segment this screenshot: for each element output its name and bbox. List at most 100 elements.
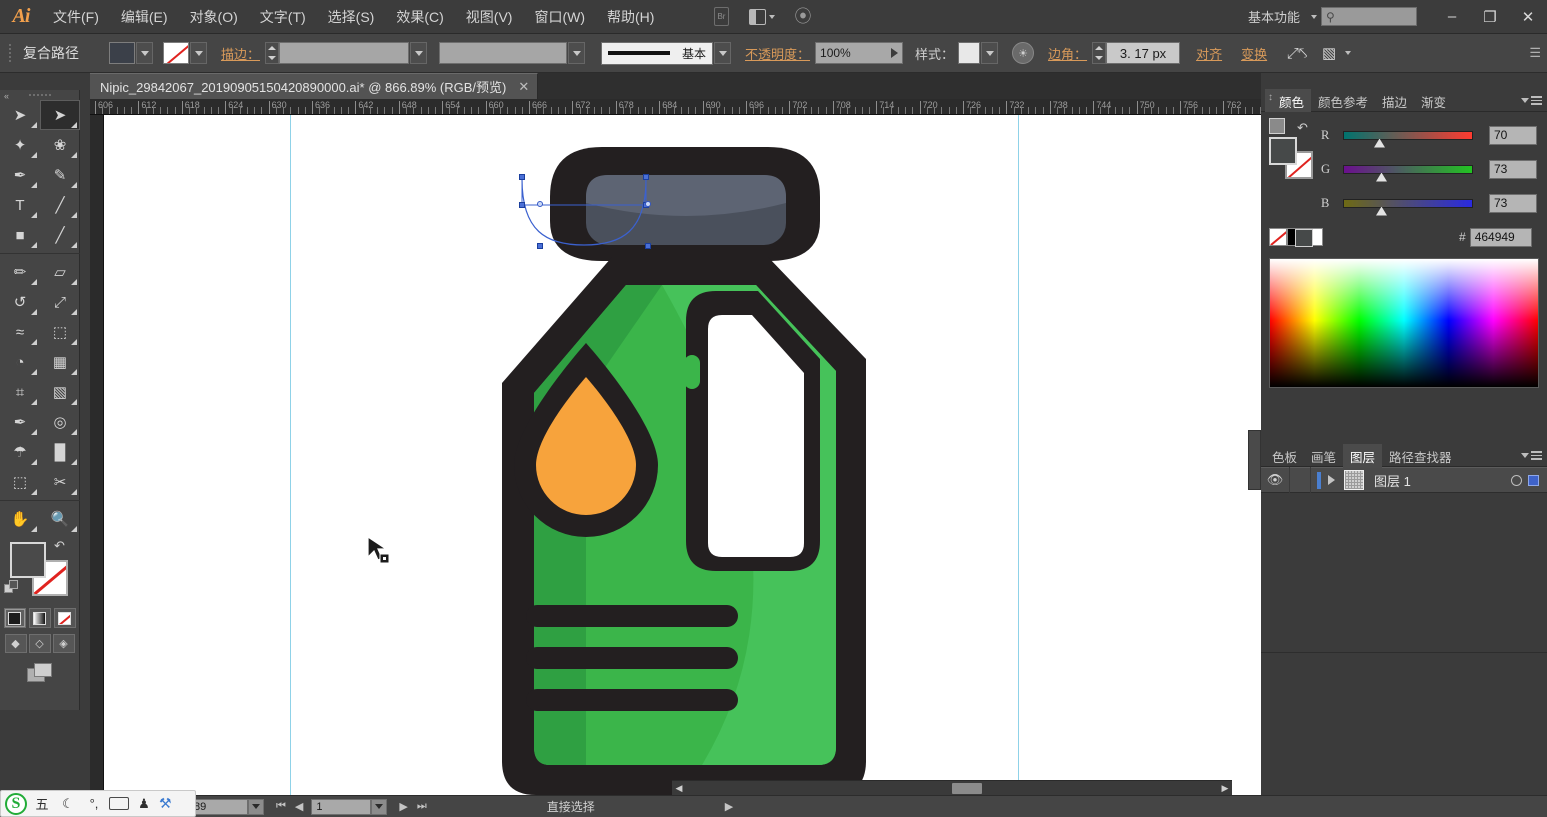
hex-field[interactable]: 464949 [1470, 228, 1532, 247]
draw-behind-icon[interactable]: ◇ [29, 634, 51, 653]
anchor-point[interactable] [519, 202, 525, 208]
selection-tool[interactable]: ➤ [0, 100, 40, 130]
slider-value-g[interactable]: 73 [1489, 160, 1537, 179]
change-screen-mode-icon[interactable] [27, 663, 53, 685]
draw-normal-icon[interactable]: ◆ [5, 634, 27, 653]
zoom-tool[interactable]: 🔍 [40, 504, 80, 534]
corner-radius-stepper[interactable] [1092, 42, 1106, 64]
eye-icon[interactable]: 👁 [1261, 472, 1289, 488]
graphic-style-swatch[interactable] [958, 42, 980, 64]
last-page-icon[interactable]: ⏭ [417, 800, 427, 813]
anchor-point-selected[interactable] [645, 201, 651, 207]
color-current-swatch[interactable] [1295, 229, 1313, 247]
slider-value-r[interactable]: 70 [1489, 126, 1537, 145]
stroke-swatch-chevron-down-icon[interactable] [190, 42, 207, 64]
corner-label[interactable]: 边角： [1048, 44, 1087, 63]
ime-toolbar[interactable]: S 五 ☾ °, ♟ ⚒ [0, 790, 196, 817]
free-transform-tool[interactable]: ⬚ [40, 317, 80, 347]
layers-list-body[interactable] [1261, 493, 1547, 653]
search-input[interactable]: ⚲ [1321, 7, 1417, 26]
toolbar-grip[interactable] [0, 90, 79, 100]
draw-inside-icon[interactable]: ◈ [53, 634, 75, 653]
tab-swatches[interactable]: 色板 [1265, 444, 1304, 468]
next-page-icon[interactable]: ▶ [399, 800, 407, 813]
ime-mode-label[interactable]: 五 [31, 794, 53, 813]
tab-gradient[interactable]: 渐变 [1414, 89, 1453, 113]
first-page-icon[interactable]: ⏮ [276, 800, 286, 813]
slider-knob-g[interactable] [1376, 173, 1387, 182]
opacity-slider-arrow-icon[interactable] [891, 48, 898, 58]
vertical-ruler[interactable] [90, 115, 104, 795]
tab-color[interactable]: 颜色 [1265, 89, 1311, 113]
workspace-switcher[interactable]: 基本功能 [1240, 7, 1308, 26]
perspective-grid-tool[interactable]: ▦ [40, 347, 80, 377]
moon-icon[interactable]: ☾ [57, 796, 79, 812]
workspace-chevron-down-icon[interactable] [1311, 15, 1317, 19]
stroke-profile-field[interactable] [439, 42, 567, 64]
opacity-field[interactable]: 100% [815, 42, 903, 64]
direct-selection-tool[interactable]: ➤ [40, 100, 80, 130]
sogou-logo-icon[interactable]: S [5, 793, 27, 815]
stroke-profile-chevron-down-icon[interactable] [568, 42, 585, 64]
corner-radius-field[interactable]: 3. 17 px [1106, 42, 1180, 64]
scale-tool[interactable]: ⤢ [40, 287, 80, 317]
swap-fill-stroke-icon[interactable]: ↶ [1297, 120, 1308, 136]
vertical-scrollbar[interactable] [1248, 430, 1261, 490]
hide-chevron-down-icon[interactable] [1345, 51, 1351, 55]
control-bar-overflow-icon[interactable]: ☰ [1529, 45, 1541, 61]
menu-select[interactable]: 选择(S) [317, 0, 386, 34]
zoom-chevron-down-icon[interactable] [248, 799, 264, 815]
target-icon[interactable] [1511, 475, 1522, 486]
align-link[interactable]: 对齐 [1196, 44, 1222, 63]
tab-color-guide[interactable]: 颜色参考 [1311, 89, 1375, 113]
lasso-tool[interactable]: ❀ [40, 130, 80, 160]
control-bar-grip[interactable] [6, 40, 15, 66]
rotate-tool[interactable]: ↺ [0, 287, 40, 317]
keyboard-icon[interactable] [109, 797, 129, 810]
layers-panel-menu-icon[interactable] [1521, 451, 1542, 460]
color-spectrum-ramp[interactable] [1269, 258, 1539, 388]
anchor-point[interactable] [537, 243, 543, 249]
menu-edit[interactable]: 编辑(E) [110, 0, 179, 34]
opacity-label[interactable]: 不透明度： [745, 44, 810, 63]
hand-tool[interactable]: ✋ [0, 504, 40, 534]
pencil-tool[interactable]: ✏ [0, 257, 40, 287]
stroke-weight-stepper[interactable] [265, 42, 279, 64]
solid-color-icon[interactable] [4, 608, 26, 628]
toolbar-fill-swatch[interactable] [10, 542, 46, 578]
swap-fill-stroke-icon[interactable]: ↶ [54, 538, 65, 554]
slider-value-b[interactable]: 73 [1489, 194, 1537, 213]
shape-builder-tool[interactable]: ◔ [0, 347, 40, 377]
transform-link[interactable]: 变换 [1241, 44, 1267, 63]
tab-brushes[interactable]: 画笔 [1304, 444, 1343, 468]
slider-track-b[interactable] [1343, 199, 1473, 208]
menu-help[interactable]: 帮助(H) [596, 0, 665, 34]
status-expand-icon[interactable]: ▶ [725, 800, 733, 813]
lock-toggle[interactable] [1289, 467, 1311, 493]
line-segment-tool[interactable]: ╱ [40, 190, 80, 220]
anchor-point[interactable] [519, 174, 525, 180]
restore-button[interactable]: ❐ [1471, 0, 1509, 34]
anchor-point[interactable] [643, 174, 649, 180]
slider-track-g[interactable] [1343, 165, 1473, 174]
tools-icon[interactable]: ⚒ [159, 795, 172, 812]
anchor-point-selected[interactable] [537, 201, 543, 207]
fill-color-swatch[interactable] [109, 42, 135, 64]
isolate-selected-icon[interactable]: ⤢⤣ [1284, 42, 1310, 64]
bridge-icon[interactable]: Br [708, 6, 734, 28]
magic-wand-tool[interactable]: ✦ [0, 130, 40, 160]
layer-name[interactable]: 图层 1 [1374, 471, 1411, 490]
menu-window[interactable]: 窗口(W) [523, 0, 596, 34]
scroll-right-icon[interactable]: ▶ [1218, 781, 1232, 796]
stock-icon[interactable]: ⦿ [790, 6, 816, 28]
fill-swatch[interactable] [1269, 137, 1297, 165]
chevron-right-icon[interactable] [1328, 475, 1335, 485]
eraser-tool[interactable]: ▱ [40, 257, 80, 287]
fill-stroke-mini-icon[interactable] [1269, 118, 1285, 134]
symbol-sprayer-tool[interactable]: ☂ [0, 437, 40, 467]
gradient-icon[interactable] [29, 608, 51, 628]
hide-icon[interactable]: ▧ [1316, 42, 1342, 64]
user-icon[interactable]: ♟ [133, 796, 155, 812]
eyedropper-tool[interactable]: ✒ [0, 407, 40, 437]
menu-view[interactable]: 视图(V) [455, 0, 524, 34]
